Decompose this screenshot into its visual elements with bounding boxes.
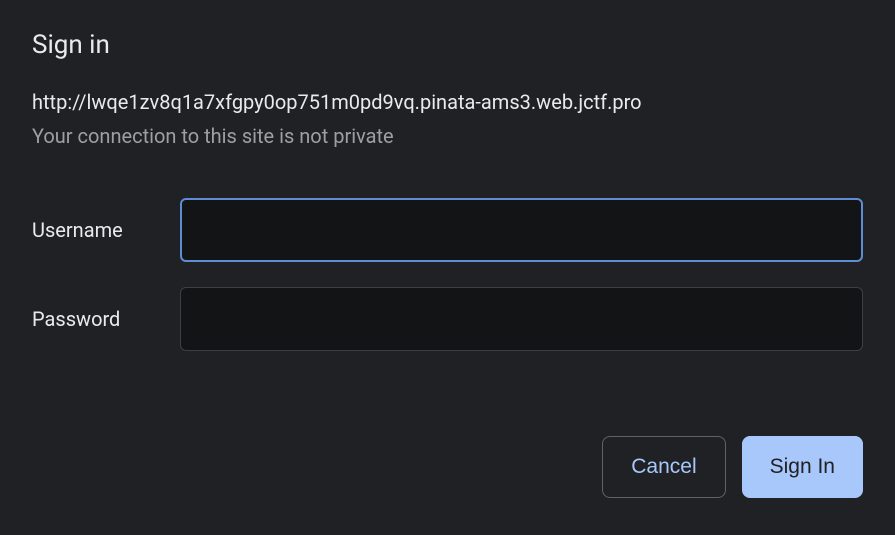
username-row: Username xyxy=(32,198,863,262)
dialog-title: Sign in xyxy=(32,30,863,60)
password-row: Password xyxy=(32,287,863,351)
connection-warning: Your connection to this site is not priv… xyxy=(32,124,863,148)
password-input[interactable] xyxy=(180,287,863,351)
dialog-buttons: Cancel Sign In xyxy=(32,436,863,498)
signin-button[interactable]: Sign In xyxy=(742,436,863,498)
username-input[interactable] xyxy=(180,198,863,262)
username-label: Username xyxy=(32,218,180,242)
cancel-button[interactable]: Cancel xyxy=(602,436,725,498)
site-url: http://lwqe1zv8q1a7xfgpy0op751m0pd9vq.pi… xyxy=(32,90,863,114)
auth-dialog: Sign in http://lwqe1zv8q1a7xfgpy0op751m0… xyxy=(0,0,895,528)
password-label: Password xyxy=(32,307,180,331)
